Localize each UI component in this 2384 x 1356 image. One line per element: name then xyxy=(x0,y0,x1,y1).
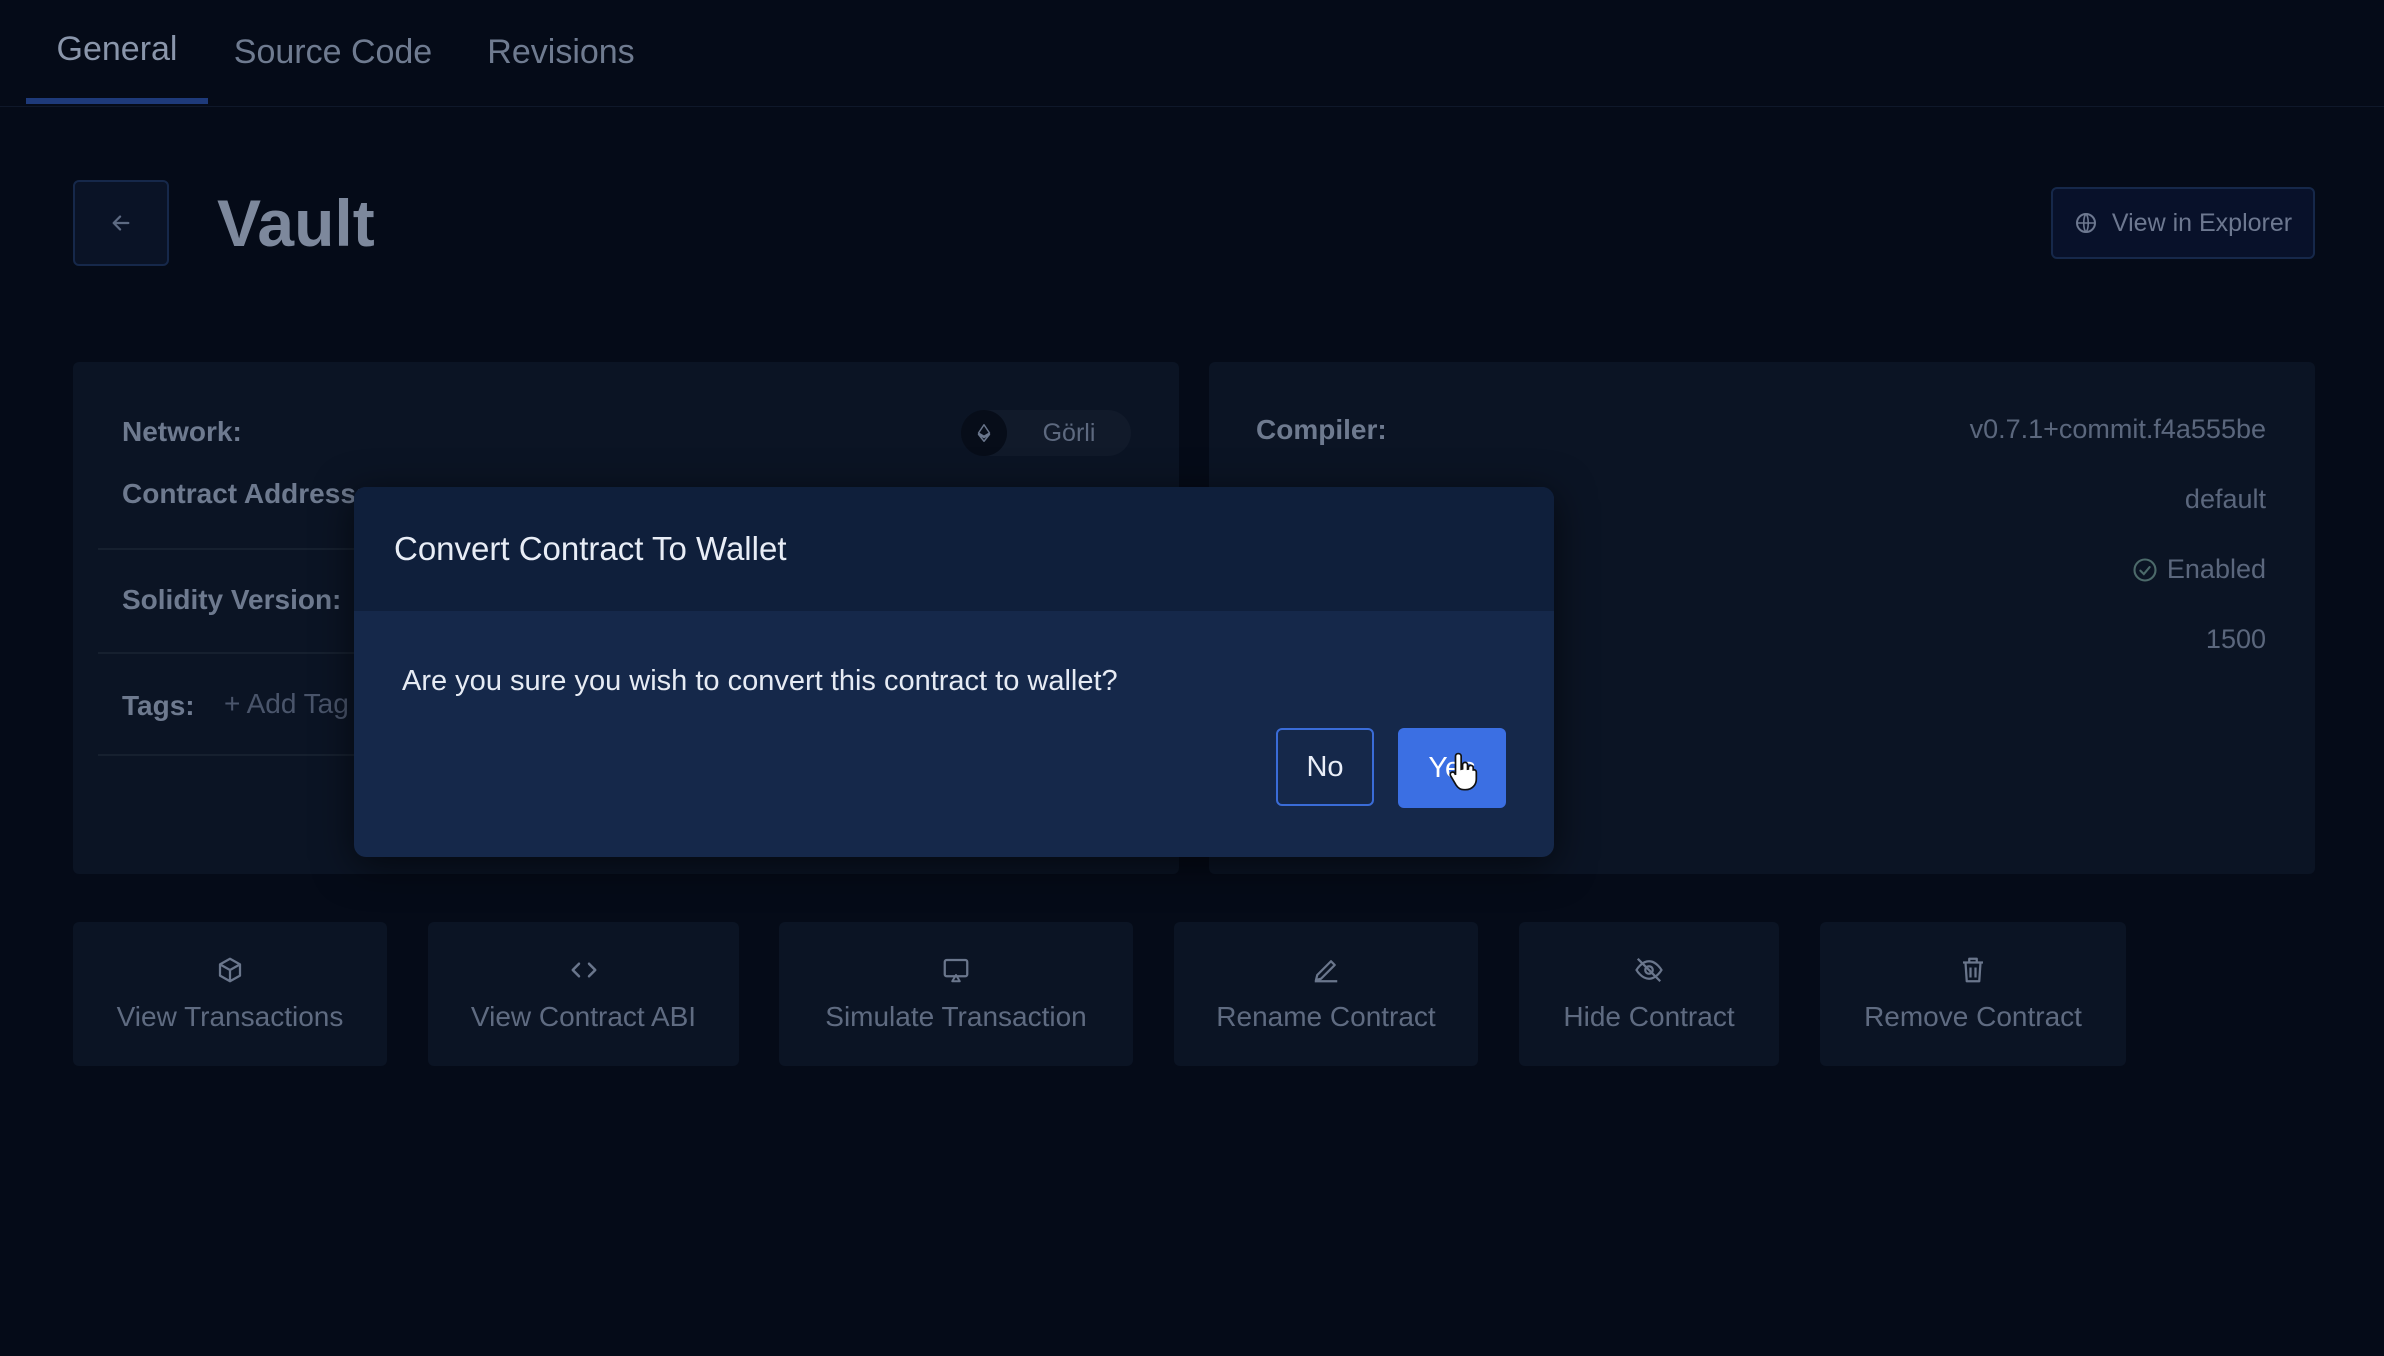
tab-bar: General Source Code Revisions xyxy=(0,0,2384,107)
globe-icon xyxy=(2075,213,2096,233)
optimizer-label: Enabled xyxy=(2166,554,2266,584)
view-in-explorer-button[interactable]: View in Explorer xyxy=(2051,187,2315,259)
contract-address-label: Contract Address: xyxy=(122,478,366,509)
add-tag-button[interactable]: + Add Tag xyxy=(224,688,349,720)
remove-contract-label: Remove Contract xyxy=(1864,1001,2082,1032)
view-transactions-label: View Transactions xyxy=(116,1001,344,1032)
ethereum-icon xyxy=(961,410,1007,456)
simulate-transaction-button[interactable]: Simulate Transaction xyxy=(779,922,1133,1066)
network-badge: Görli xyxy=(961,410,1131,456)
hide-contract-button[interactable]: Hide Contract xyxy=(1519,922,1779,1066)
simulate-transaction-label: Simulate Transaction xyxy=(825,1001,1087,1032)
convert-to-wallet-dialog: Convert Contract To Wallet Are you sure … xyxy=(354,487,1554,857)
page-title: Vault xyxy=(217,186,375,260)
tags-label: Tags: xyxy=(122,690,195,721)
runs-value: 1500 xyxy=(2205,624,2266,654)
compiler-label: Compiler: xyxy=(1256,414,1387,445)
monitor-play-icon xyxy=(943,958,969,983)
tab-revisions[interactable]: Revisions xyxy=(480,0,642,104)
code-icon xyxy=(571,962,596,978)
compiler-value: v0.7.1+commit.f4a555be xyxy=(1969,414,2266,444)
rename-contract-button[interactable]: Rename Contract xyxy=(1174,922,1478,1066)
solidity-version-label: Solidity Version: xyxy=(122,584,342,615)
rename-contract-label: Rename Contract xyxy=(1216,1001,1436,1032)
remove-contract-button[interactable]: Remove Contract xyxy=(1820,922,2126,1066)
cube-icon xyxy=(218,957,242,983)
pencil-icon xyxy=(1314,960,1338,983)
view-contract-abi-label: View Contract ABI xyxy=(470,1001,697,1032)
tab-general[interactable]: General xyxy=(26,0,208,104)
view-contract-abi-button[interactable]: View Contract ABI xyxy=(428,922,739,1066)
trash-icon xyxy=(1963,957,1983,983)
contract-page: General Source Code Revisions Vault View… xyxy=(0,0,2384,1356)
dialog-message: Are you sure you wish to convert this co… xyxy=(402,665,1118,697)
network-name: Görli xyxy=(1042,418,1096,447)
hide-contract-label: Hide Contract xyxy=(1563,1001,1735,1032)
optimizer-value: Enabled xyxy=(1700,554,2266,585)
tab-source-code[interactable]: Source Code xyxy=(230,0,436,104)
network-label: Network: xyxy=(122,416,242,447)
back-button[interactable] xyxy=(73,180,169,266)
check-circle-icon xyxy=(2133,557,2157,582)
eye-off-icon xyxy=(1635,957,1663,983)
evm-version-value: default xyxy=(2184,484,2266,514)
dialog-header: Convert Contract To Wallet xyxy=(354,487,1554,611)
arrow-left-icon xyxy=(112,215,130,231)
hand-cursor-icon xyxy=(1449,752,1478,791)
dialog-title: Convert Contract To Wallet xyxy=(394,530,787,567)
view-transactions-button[interactable]: View Transactions xyxy=(73,922,387,1066)
view-in-explorer-label: View in Explorer xyxy=(2111,208,2293,237)
no-button[interactable]: No xyxy=(1276,728,1374,806)
